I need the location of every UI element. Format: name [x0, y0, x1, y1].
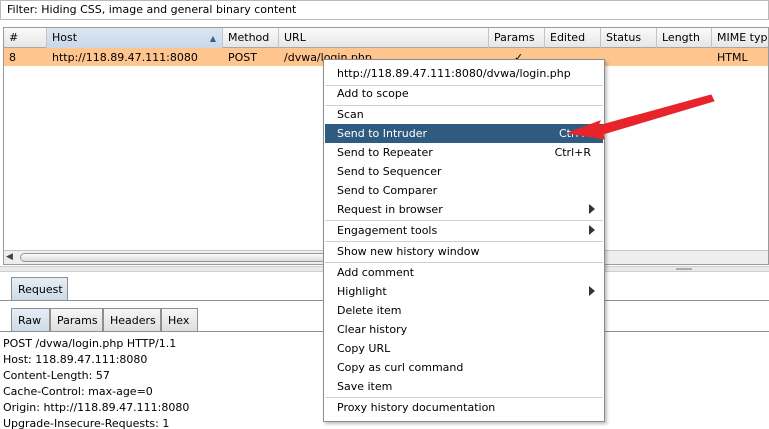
table-header: # Host ▲ Method URL Params Edited Status…	[4, 28, 768, 48]
scroll-left-arrow-icon[interactable]: ◀	[6, 252, 13, 262]
menu-header-url: http://118.89.47.111:8080/dvwa/login.php	[337, 67, 571, 80]
request-header-upgrade-insecure: Upgrade-Insecure-Requests: 1	[3, 417, 170, 429]
menu-item-scan[interactable]: Scan	[325, 105, 603, 124]
column-header-url[interactable]: URL	[279, 28, 489, 48]
tab-hex[interactable]: Hex	[161, 308, 198, 331]
request-header-content-length: Content-Length: 57	[3, 369, 110, 382]
request-line: POST /dvwa/login.php HTTP/1.1	[3, 337, 177, 350]
request-header-cache-control: Cache-Control: max-age=0	[3, 385, 153, 398]
column-header-host-label: Host	[52, 31, 78, 44]
menu-item-send-to-intruder-label: Send to Intruder	[337, 127, 428, 140]
menu-item-delete-item[interactable]: Delete item	[325, 301, 603, 320]
menu-item-show-new-history-window[interactable]: Show new history window	[325, 242, 603, 261]
menu-item-add-comment[interactable]: Add comment	[325, 263, 603, 282]
tab-raw-label: Raw	[18, 314, 42, 327]
menu-item-request-in-browser[interactable]: Request in browser	[325, 200, 603, 219]
tab-params-label: Params	[57, 314, 98, 327]
cell-length	[657, 48, 712, 66]
tab-hex-label: Hex	[168, 314, 190, 327]
menu-item-send-to-intruder[interactable]: Send to Intruder Ctrl+I	[325, 124, 603, 143]
tab-raw[interactable]: Raw	[11, 308, 50, 331]
column-header-mime-type[interactable]: MIME type	[712, 28, 768, 48]
menu-item-send-to-sequencer[interactable]: Send to Sequencer	[325, 162, 603, 181]
menu-item-send-to-repeater-label: Send to Repeater	[337, 146, 433, 159]
send-to-intruder-shortcut: Ctrl+I	[558, 127, 591, 140]
filter-text: Filter: Hiding CSS, image and general bi…	[7, 3, 297, 16]
submenu-arrow-icon	[589, 204, 595, 214]
submenu-arrow-icon	[589, 286, 595, 296]
cell-mime-type: HTML	[717, 51, 748, 64]
menu-item-request-in-browser-label: Request in browser	[337, 203, 443, 216]
column-header-status[interactable]: Status	[601, 28, 657, 48]
menu-item-save-item[interactable]: Save item	[325, 377, 603, 396]
cell-method: POST	[228, 51, 257, 64]
cell-number: 8	[9, 51, 16, 64]
tab-headers[interactable]: Headers	[103, 308, 161, 331]
tab-params[interactable]: Params	[50, 308, 103, 331]
column-header-number[interactable]: #	[4, 28, 47, 48]
column-header-host[interactable]: Host ▲	[47, 28, 223, 48]
column-header-length[interactable]: Length	[657, 28, 712, 48]
menu-item-engagement-tools-label: Engagement tools	[337, 224, 438, 237]
context-menu: http://118.89.47.111:8080/dvwa/login.php…	[323, 59, 605, 422]
column-header-method[interactable]: Method	[223, 28, 279, 48]
request-header-host: Host: 118.89.47.111:8080	[3, 353, 148, 366]
tab-headers-label: Headers	[110, 314, 156, 327]
menu-item-copy-as-curl-command[interactable]: Copy as curl command	[325, 358, 603, 377]
menu-item-highlight[interactable]: Highlight	[325, 282, 603, 301]
menu-item-send-to-comparer[interactable]: Send to Comparer	[325, 181, 603, 200]
menu-item-engagement-tools[interactable]: Engagement tools	[325, 221, 603, 240]
column-header-edited[interactable]: Edited	[545, 28, 601, 48]
submenu-arrow-icon	[589, 225, 595, 235]
divider-grip	[676, 268, 692, 270]
filter-bar[interactable]: Filter: Hiding CSS, image and general bi…	[0, 0, 769, 20]
scrollbar-thumb[interactable]	[20, 253, 350, 262]
menu-item-clear-history[interactable]: Clear history	[325, 320, 603, 339]
send-to-repeater-shortcut: Ctrl+R	[554, 146, 591, 159]
menu-item-highlight-label: Highlight	[337, 285, 387, 298]
tab-request[interactable]: Request	[11, 277, 68, 300]
cell-status	[601, 48, 657, 66]
cell-host: http://118.89.47.111:8080	[52, 51, 198, 64]
tab-request-label: Request	[18, 283, 63, 296]
proxy-history-window: { "filter": { "text": "Filter: Hiding CS…	[0, 0, 769, 429]
sort-ascending-icon: ▲	[209, 34, 216, 43]
raw-request-editor[interactable]: POST /dvwa/login.php HTTP/1.1 Host: 118.…	[3, 336, 323, 429]
column-header-params[interactable]: Params	[489, 28, 545, 48]
menu-item-add-to-scope[interactable]: Add to scope	[325, 84, 603, 103]
menu-item-proxy-history-documentation[interactable]: Proxy history documentation	[325, 398, 603, 417]
menu-item-copy-url[interactable]: Copy URL	[325, 339, 603, 358]
menu-item-send-to-repeater[interactable]: Send to Repeater Ctrl+R	[325, 143, 603, 162]
request-header-origin: Origin: http://118.89.47.111:8080	[3, 401, 190, 414]
